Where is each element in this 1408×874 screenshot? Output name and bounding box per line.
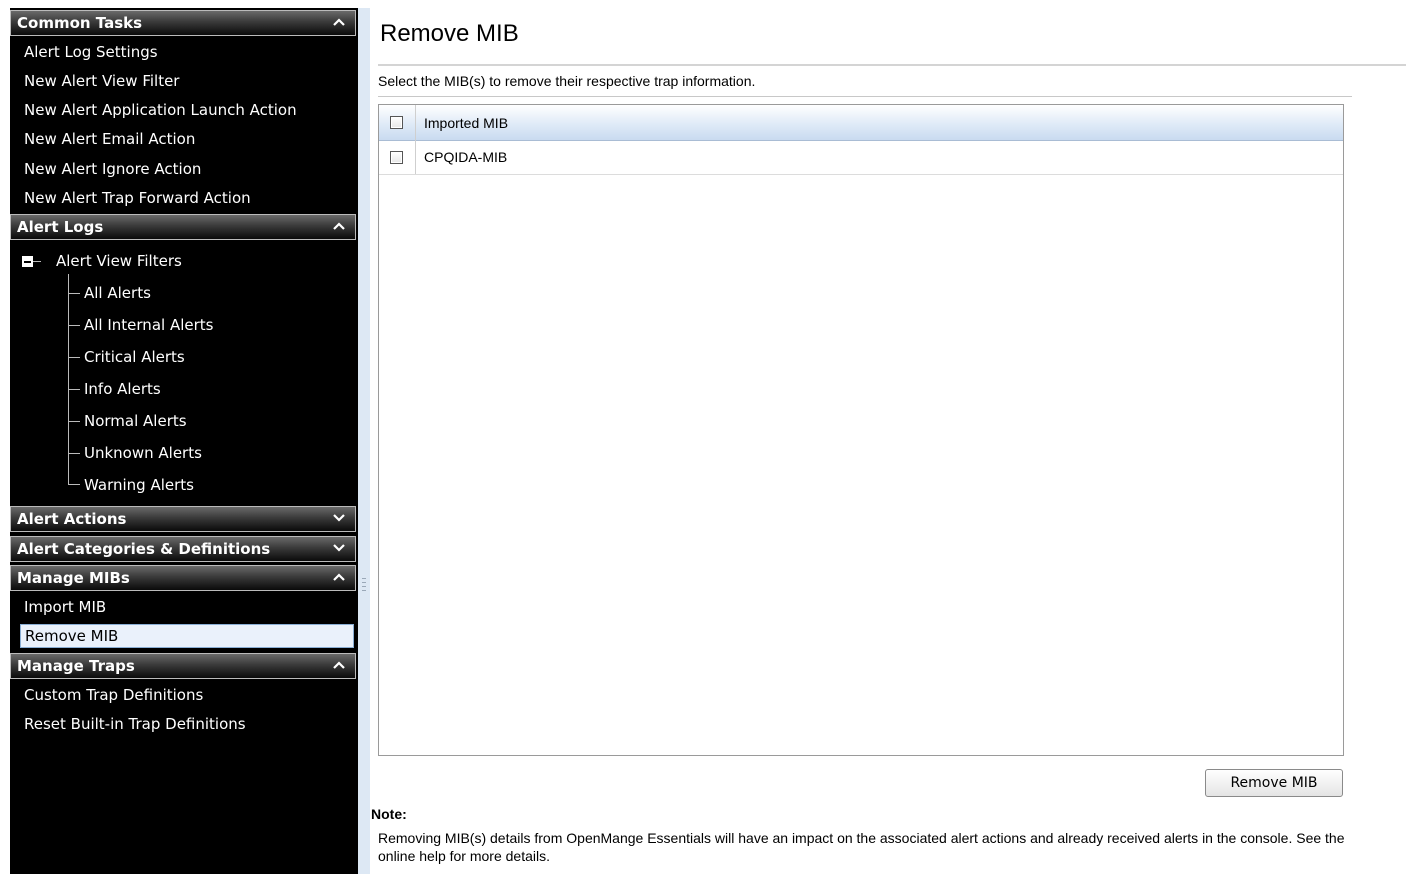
tree-branch (68, 293, 80, 294)
tree-branch (68, 484, 80, 485)
section-header-common-tasks[interactable]: Common Tasks (10, 10, 356, 36)
mib-remove-selected[interactable]: Remove MIB (20, 624, 354, 648)
section-header-manage-mibs[interactable]: Manage MIBs (10, 565, 356, 591)
task-new-alert-application-launch-action[interactable]: New Alert Application Launch Action (20, 97, 356, 123)
section-title: Manage MIBs (17, 569, 130, 587)
task-new-alert-email-action[interactable]: New Alert Email Action (20, 126, 356, 152)
section-header-alert-logs[interactable]: Alert Logs (10, 214, 356, 240)
chevron-up-icon[interactable] (331, 654, 349, 678)
tree-item-critical-alerts[interactable]: Critical Alerts (84, 347, 185, 367)
tree-item-all-alerts[interactable]: All Alerts (84, 283, 151, 303)
task-new-alert-trap-forward-action[interactable]: New Alert Trap Forward Action (20, 185, 356, 211)
section-header-alert-categories[interactable]: Alert Categories & Definitions (10, 536, 356, 562)
sidebar: Common Tasks Alert Log Settings New Aler… (10, 8, 358, 874)
section-header-manage-traps[interactable]: Manage Traps (10, 653, 356, 679)
grid-header: Imported MIB (379, 105, 1343, 141)
table-row[interactable]: CPQIDA-MIB (379, 141, 1343, 175)
trap-reset-built-in-definitions[interactable]: Reset Built-in Trap Definitions (20, 711, 356, 737)
select-all-checkbox[interactable] (390, 116, 403, 129)
chevron-down-icon[interactable] (331, 507, 349, 531)
tree-branch (68, 325, 80, 326)
description-divider (378, 96, 1352, 97)
section-title: Alert Actions (17, 510, 127, 528)
chevron-up-icon[interactable] (331, 566, 349, 590)
panel-splitter[interactable] (358, 8, 370, 874)
section-title: Manage Traps (17, 657, 135, 675)
splitter-grip-icon[interactable] (362, 578, 366, 594)
page-title: Remove MIB (380, 20, 519, 47)
tree-item-warning-alerts[interactable]: Warning Alerts (84, 475, 194, 495)
section-title: Alert Logs (17, 218, 104, 236)
tree-item-normal-alerts[interactable]: Normal Alerts (84, 411, 187, 431)
tree-branch (68, 453, 80, 454)
section-header-alert-actions[interactable]: Alert Actions (10, 506, 356, 532)
mib-grid: Imported MIB CPQIDA-MIB (378, 104, 1344, 756)
tree-branch (68, 389, 80, 390)
task-alert-log-settings[interactable]: Alert Log Settings (20, 39, 356, 65)
tree-alert-view-filters[interactable]: Alert View Filters (56, 251, 182, 271)
chevron-up-icon[interactable] (331, 11, 349, 35)
main-panel: Remove MIB Select the MIB(s) to remove t… (370, 0, 1408, 874)
note-text: Removing MIB(s) details from OpenMange E… (378, 830, 1345, 864)
trap-custom-definitions[interactable]: Custom Trap Definitions (20, 682, 356, 708)
page-description: Select the MIB(s) to remove their respec… (378, 73, 756, 89)
tree-item-info-alerts[interactable]: Info Alerts (84, 379, 161, 399)
task-new-alert-view-filter[interactable]: New Alert View Filter (20, 68, 356, 94)
mib-name-cell: CPQIDA-MIB (424, 149, 508, 165)
collapse-minus-icon[interactable] (22, 256, 33, 267)
tree-connector (33, 261, 41, 262)
task-new-alert-ignore-action[interactable]: New Alert Ignore Action (20, 156, 356, 182)
section-title: Alert Categories & Definitions (17, 540, 271, 558)
mib-import[interactable]: Import MIB (20, 594, 356, 620)
remove-mib-button[interactable]: Remove MIB (1205, 769, 1343, 797)
tree-item-unknown-alerts[interactable]: Unknown Alerts (84, 443, 202, 463)
note-label: Note: (371, 806, 407, 822)
column-separator (415, 105, 416, 174)
column-header-imported-mib[interactable]: Imported MIB (424, 115, 508, 131)
section-title: Common Tasks (17, 14, 143, 32)
row-checkbox[interactable] (390, 151, 403, 164)
title-divider (378, 64, 1406, 66)
chevron-up-icon[interactable] (331, 215, 349, 239)
tree-branch (68, 421, 80, 422)
tree-item-all-internal-alerts[interactable]: All Internal Alerts (84, 315, 213, 335)
chevron-down-icon[interactable] (331, 537, 349, 561)
tree-branch (68, 357, 80, 358)
